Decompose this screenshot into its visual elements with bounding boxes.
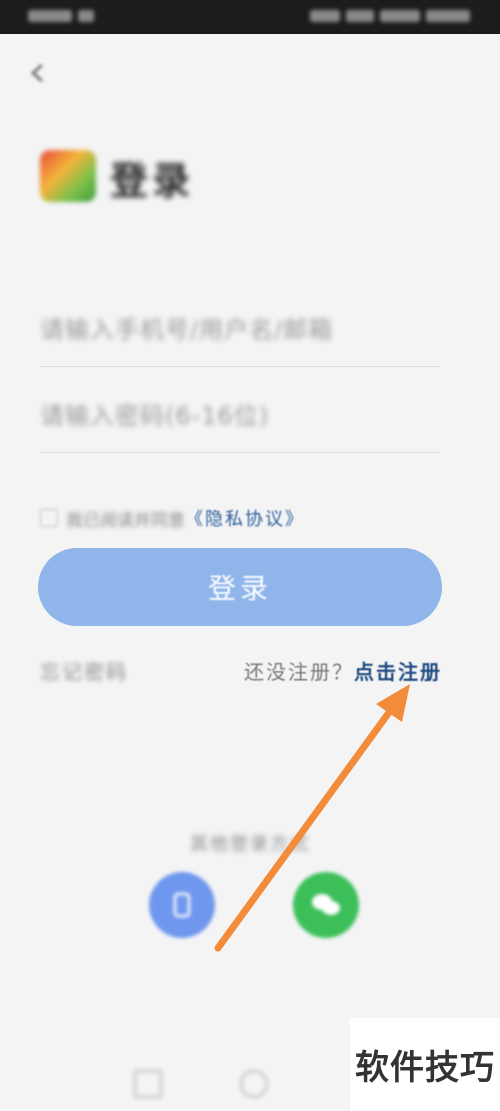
agree-text: 我已阅读并同意 (66, 510, 185, 531)
privacy-link[interactable]: 《隐私协议》 (185, 505, 305, 531)
arrow-left-icon (30, 63, 43, 83)
watermark: 软件技巧 (350, 1018, 500, 1111)
app-logo-icon (40, 150, 96, 202)
other-login-title: 其他登录方式 (190, 834, 310, 855)
back-button[interactable] (22, 58, 52, 88)
password-input-placeholder: 请输入密码(6-16位) (40, 402, 270, 430)
register-link[interactable]: 点击注册 (354, 660, 442, 684)
login-button[interactable]: 登录 (38, 548, 442, 626)
annotation-arrow-head (376, 684, 410, 722)
password-input[interactable]: 请输入密码(6-16位) (40, 382, 440, 453)
agree-checkbox[interactable] (40, 509, 58, 527)
page-title: 登录 (110, 159, 195, 203)
wechat-icon (293, 872, 359, 938)
privacy-agreement: 我已阅读并同意 《隐私协议》 (40, 505, 305, 531)
phone-login-icon (149, 872, 215, 938)
recent-apps-icon[interactable] (134, 1070, 162, 1098)
login-button-label: 登录 (207, 573, 272, 604)
phone-input-placeholder: 请输入手机号/用户名/邮箱 (40, 316, 334, 344)
phone-input[interactable]: 请输入手机号/用户名/邮箱 (40, 296, 440, 367)
no-account-text: 还没注册？ (244, 660, 354, 684)
status-indicators (304, 7, 470, 25)
wechat-login-button[interactable] (266, 872, 386, 952)
forgot-password-link[interactable]: 忘记密码 (40, 656, 128, 685)
status-bar (0, 0, 500, 34)
status-time (28, 7, 118, 25)
phone-login-button[interactable] (122, 872, 242, 952)
home-icon[interactable] (240, 1070, 268, 1098)
register-row: 还没注册？点击注册 (244, 656, 442, 685)
